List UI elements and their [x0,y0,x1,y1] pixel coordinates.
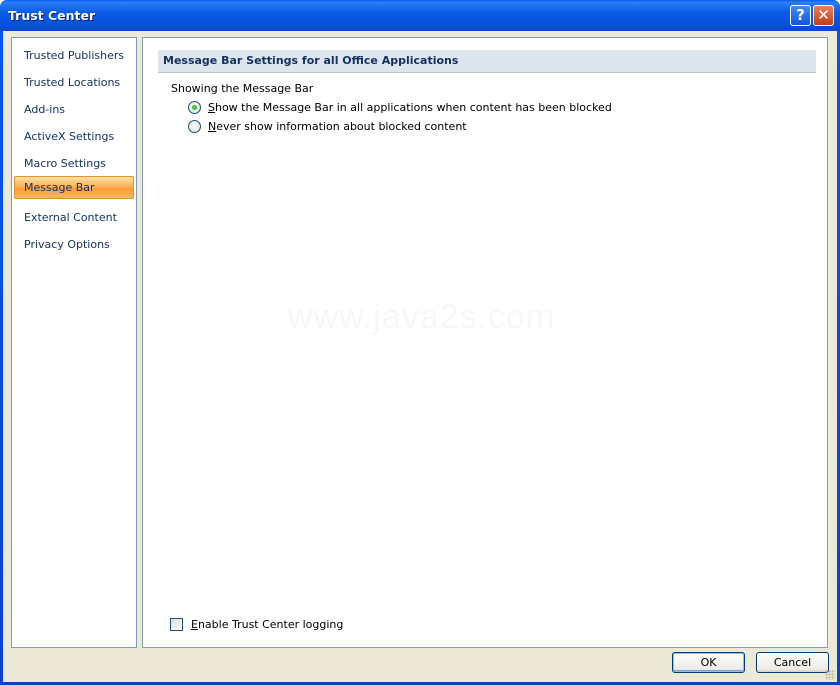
close-x-icon: ✕ [817,6,830,24]
enable-logging-checkbox-row[interactable]: Enable Trust Center logging [170,618,343,631]
sidebar-nav: Trusted Publishers Trusted Locations Add… [11,37,137,648]
group-label: Showing the Message Bar [171,82,314,95]
section-header: Message Bar Settings for all Office Appl… [158,50,816,73]
sidebar-item-macro-settings[interactable]: Macro Settings [14,152,134,175]
ok-button[interactable]: OK [672,652,745,673]
settings-panel: Message Bar Settings for all Office Appl… [142,37,828,648]
radio-button-unchecked[interactable] [188,119,201,133]
radio-show-message-bar[interactable]: Show the Message Bar in all applications… [188,99,612,115]
sidebar-item-privacy-options[interactable]: Privacy Options [14,233,134,256]
radio-button-checked[interactable] [188,100,201,114]
radio-never-show[interactable]: Never show information about blocked con… [188,118,467,134]
enable-logging-checkbox[interactable] [170,618,183,631]
trust-center-dialog: Trust Center ? ✕ Trusted Publishers Trus… [0,0,840,685]
dialog-client-area: Trusted Publishers Trusted Locations Add… [3,31,837,682]
help-button[interactable]: ? [790,5,811,26]
cancel-button[interactable]: Cancel [756,652,829,673]
help-question-icon: ? [796,6,805,24]
sidebar-item-add-ins[interactable]: Add-ins [14,98,134,121]
watermark: www.java2s.com [288,298,556,336]
radio-label: Never show information about blocked con… [208,119,467,133]
resize-grip-icon[interactable] [825,670,835,680]
checkbox-label: Enable Trust Center logging [191,618,344,631]
sidebar-item-trusted-locations[interactable]: Trusted Locations [14,71,134,94]
sidebar-item-activex-settings[interactable]: ActiveX Settings [14,125,134,148]
title-bar[interactable]: Trust Center ? ✕ [0,0,840,31]
window-title: Trust Center [8,8,96,23]
sidebar-item-message-bar[interactable]: Message Bar [14,176,134,199]
close-button[interactable]: ✕ [813,5,834,26]
sidebar-item-trusted-publishers[interactable]: Trusted Publishers [14,44,134,67]
radio-label: Show the Message Bar in all applications… [208,100,612,114]
sidebar-item-external-content[interactable]: External Content [14,206,134,229]
